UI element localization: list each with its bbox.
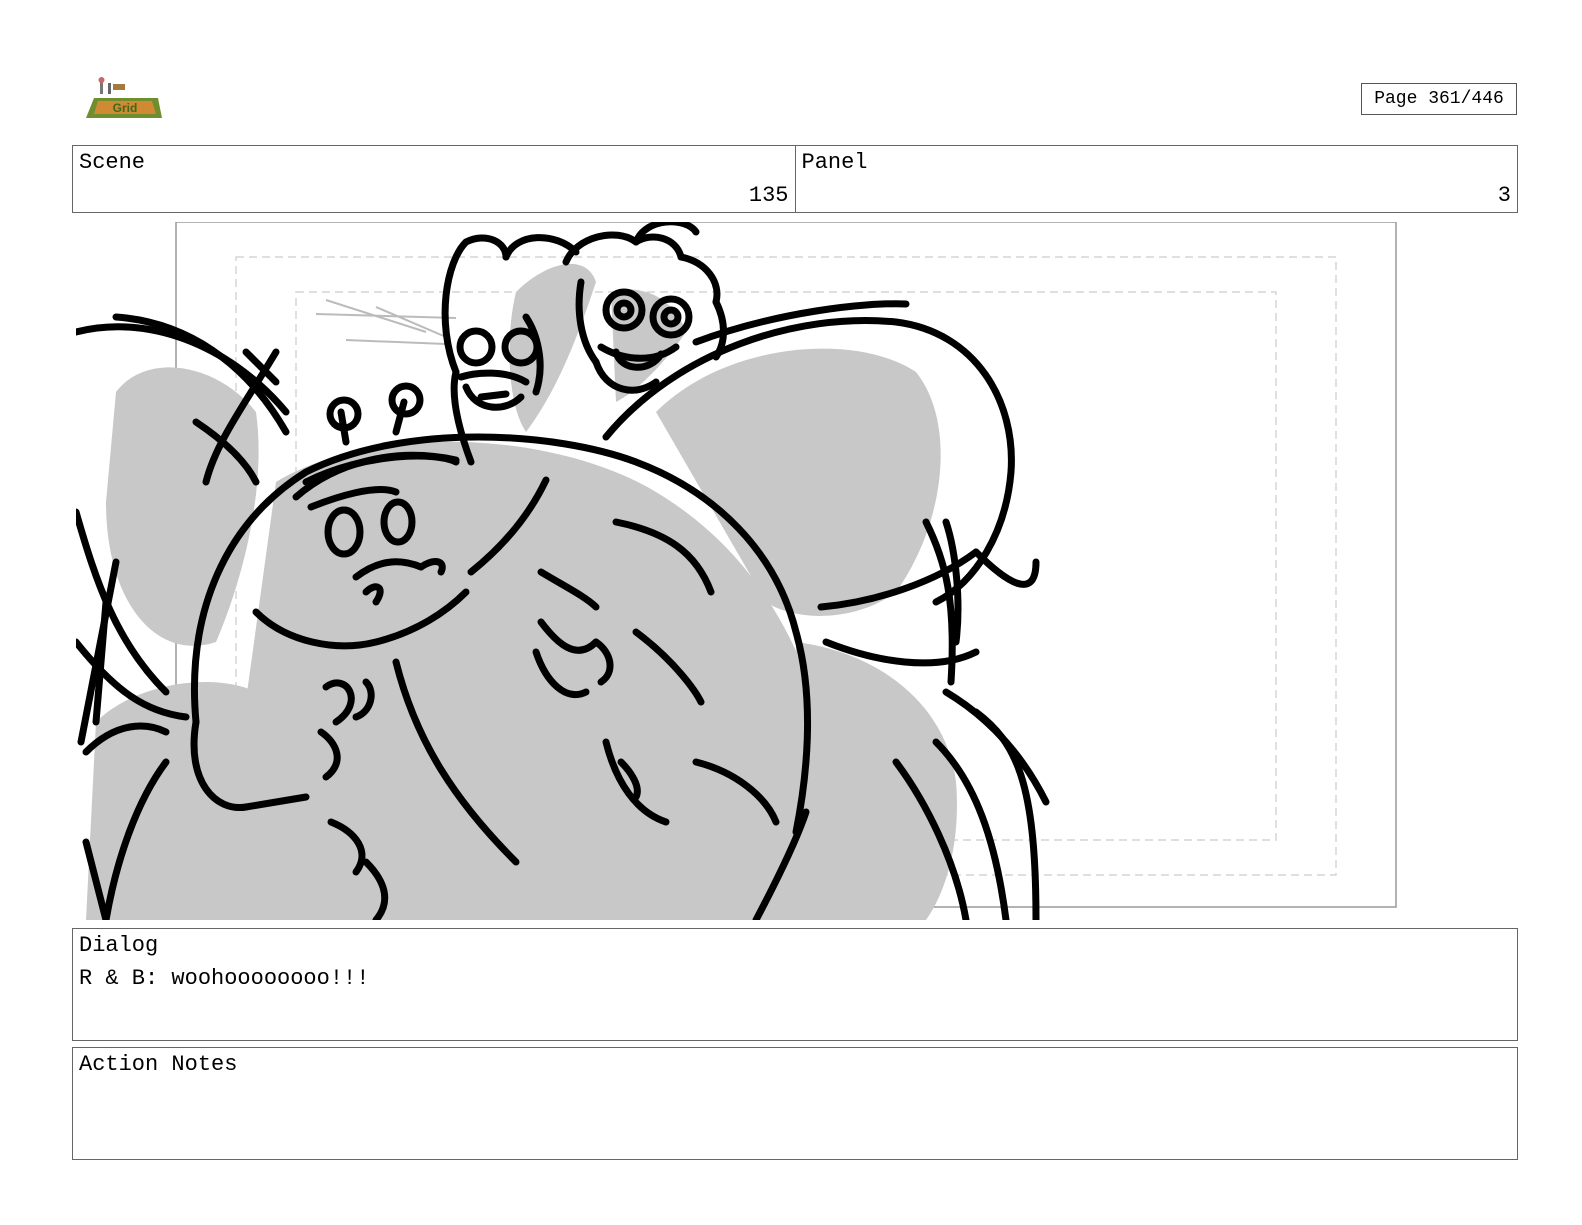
show-logo-icon: Grid	[84, 74, 164, 122]
dialog-text: R & B: woohoooooooo!!!	[79, 966, 370, 991]
storyboard-sketch-image	[76, 222, 1416, 920]
panel-cell: Panel 3	[794, 146, 1518, 212]
page-number: Page 361/446	[1361, 83, 1517, 115]
scene-cell: Scene 135	[73, 146, 795, 212]
dialog-label: Dialog	[79, 933, 159, 958]
scene-number: 135	[748, 183, 789, 208]
scene-panel-header: Scene 135 Panel 3	[72, 145, 1518, 213]
action-notes-label: Action Notes	[79, 1052, 238, 1077]
panel-number: 3	[1497, 183, 1511, 208]
svg-text:Grid: Grid	[113, 101, 138, 115]
scene-label: Scene	[79, 150, 146, 175]
action-notes-box: Action Notes	[72, 1047, 1518, 1160]
dialog-box: Dialog R & B: woohoooooooo!!!	[72, 928, 1518, 1041]
panel-label: Panel	[801, 150, 868, 175]
